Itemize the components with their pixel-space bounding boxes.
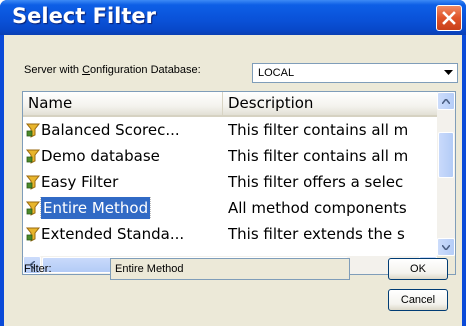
vertical-scroll-thumb[interactable]	[438, 132, 454, 178]
filter-icon	[25, 226, 41, 242]
filter-label: Filter:	[24, 263, 52, 275]
list-item-name: Balanced Scorec...	[25, 119, 221, 141]
chevron-down-icon	[442, 244, 450, 250]
scroll-down-button[interactable]	[437, 238, 455, 256]
list-item-description: This filter contains all m	[228, 147, 409, 165]
list-item[interactable]: Entire Method All method components	[23, 197, 437, 219]
cancel-button[interactable]: Cancel	[388, 289, 448, 311]
close-button[interactable]	[436, 5, 462, 31]
select-filter-dialog: Select Filter Server with Configuration …	[0, 0, 466, 326]
server-combobox-value: LOCAL	[258, 67, 295, 79]
list-item[interactable]: Easy Filter This filter offers a selec	[23, 171, 437, 193]
window-title: Select Filter	[12, 4, 156, 28]
filter-field: Entire Method	[110, 258, 350, 280]
list-item-name: Easy Filter	[25, 171, 221, 193]
list-item[interactable]: Balanced Scorec... This filter contains a…	[23, 119, 437, 141]
list-item[interactable]: Demo database This filter contains all m	[23, 145, 437, 167]
list-item-label: Demo database	[41, 147, 160, 165]
list-item[interactable]: Extended Standa... This filter extends th…	[23, 223, 437, 245]
server-label: Server with Configuration Database:	[24, 64, 201, 76]
chevron-up-icon	[442, 98, 450, 104]
list-item-description: This filter extends the s	[228, 225, 405, 243]
column-header-name[interactable]: Name	[23, 92, 223, 115]
column-header-description[interactable]: Description	[223, 92, 437, 115]
close-icon	[442, 11, 456, 25]
list-rows: Balanced Scorec... This filter contains a…	[23, 117, 437, 251]
list-item-name: Demo database	[25, 145, 221, 167]
filter-icon	[25, 122, 41, 138]
list-item-label: Balanced Scorec...	[41, 121, 180, 139]
title-bar[interactable]: Select Filter	[0, 0, 466, 35]
list-item-description: This filter offers a selec	[228, 173, 404, 191]
list-item-label: Extended Standa...	[41, 225, 185, 243]
dialog-body: Server with Configuration Database: LOCA…	[4, 35, 462, 326]
list-header: Name Description	[23, 92, 437, 117]
list-item-description: This filter contains all m	[228, 121, 409, 139]
filter-value: Entire Method	[115, 263, 184, 275]
list-item-label: Easy Filter	[41, 173, 119, 191]
list-item-label: Entire Method	[39, 197, 152, 219]
filter-icon	[25, 200, 41, 216]
scroll-up-button[interactable]	[437, 92, 455, 110]
filter-list[interactable]: Name Description Balanced Scorec... This …	[22, 91, 456, 275]
ok-button[interactable]: OK	[388, 258, 448, 280]
list-item-name: Extended Standa...	[25, 223, 221, 245]
filter-icon	[25, 174, 41, 190]
vertical-scrollbar[interactable]	[437, 92, 455, 256]
filter-icon	[25, 148, 41, 164]
dropdown-arrow-icon[interactable]	[440, 65, 456, 81]
list-item-name: Entire Method	[25, 197, 221, 219]
list-item-description: All method components	[228, 199, 407, 217]
server-combobox[interactable]: LOCAL	[252, 63, 458, 83]
